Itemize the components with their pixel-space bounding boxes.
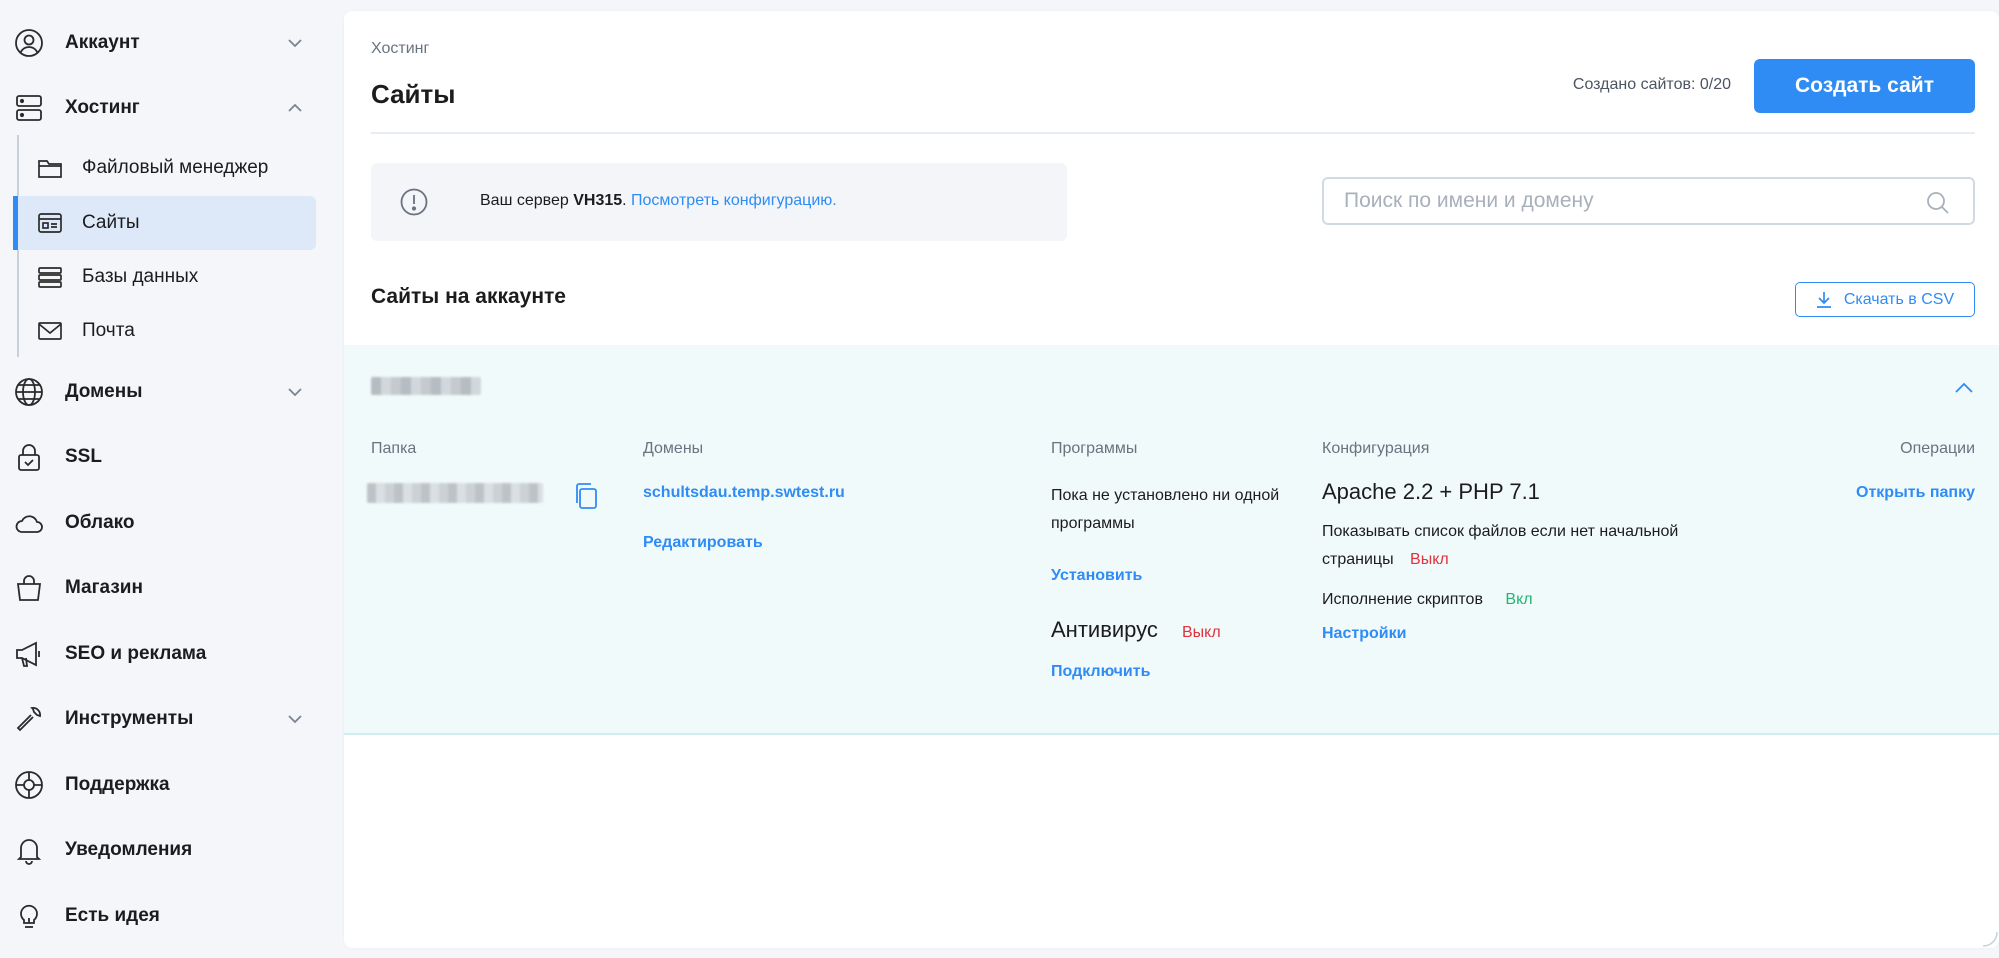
settings-link[interactable]: Настройки	[1322, 625, 1406, 643]
folder-path-redacted	[367, 483, 543, 503]
show-files-status: Выкл	[1410, 551, 1449, 568]
sidebar-item-label: Облако	[65, 512, 135, 533]
copy-icon[interactable]	[573, 482, 599, 510]
csv-button-label: Скачать в CSV	[1843, 290, 1955, 308]
column-folder: Папка	[371, 440, 417, 457]
view-config-link[interactable]: Посмотреть конфигурацию.	[631, 192, 837, 209]
globe-icon	[14, 377, 44, 407]
column-operations: Операции	[1900, 440, 1975, 457]
column-programs: Программы	[1051, 440, 1138, 457]
notice-dot: .	[622, 192, 632, 209]
sidebar-item-sites[interactable]: Сайты	[13, 196, 316, 250]
resize-corner-icon	[1982, 931, 1998, 947]
sidebar-item-label: Есть идея	[65, 905, 160, 926]
connect-antivirus-link[interactable]: Подключить	[1051, 663, 1150, 681]
column-domains: Домены	[643, 440, 704, 457]
chevron-down-icon	[284, 708, 306, 730]
chevron-up-icon	[284, 97, 306, 119]
main-panel: Хостинг Сайты Создано сайтов: 0/20 Созда…	[344, 11, 1999, 948]
wrench-icon	[14, 704, 44, 734]
folder-icon	[36, 154, 64, 182]
create-site-button[interactable]: Создать сайт	[1754, 59, 1975, 113]
search-icon[interactable]	[1925, 190, 1951, 216]
sidebar: Аккаунт Хостинг Файловый менеджер Сайты …	[0, 0, 330, 958]
sidebar-item-label: Базы данных	[82, 266, 199, 287]
site-card: Папка Домены Программы Конфигурация Опер…	[344, 345, 1999, 735]
no-programs-text: Пока не установлено ни одной программы	[1051, 487, 1280, 532]
sidebar-item-label: Хостинг	[65, 97, 140, 118]
sidebar-item-cloud[interactable]: Облако	[0, 493, 330, 553]
sidebar-item-label: SSL	[65, 446, 102, 467]
sidebar-item-idea[interactable]: Есть идея	[0, 886, 330, 946]
site-name-redacted	[371, 377, 481, 395]
breadcrumb[interactable]: Хостинг	[371, 40, 429, 58]
database-icon	[36, 263, 64, 291]
sidebar-item-support[interactable]: Поддержка	[0, 755, 330, 815]
user-circle-icon	[14, 28, 44, 58]
sidebar-item-label: Поддержка	[65, 774, 170, 795]
sidebar-item-mail[interactable]: Почта	[13, 304, 316, 358]
scripts-setting: Исполнение скриптов Вкл	[1322, 586, 1533, 614]
column-config: Конфигурация	[1322, 440, 1430, 457]
sidebar-item-notifications[interactable]: Уведомления	[0, 820, 330, 880]
sidebar-item-label: Уведомления	[65, 839, 193, 860]
sidebar-item-label: Аккаунт	[65, 32, 140, 53]
sidebar-item-seo[interactable]: SEO и реклама	[0, 624, 330, 684]
sidebar-item-file-manager[interactable]: Файловый менеджер	[13, 141, 316, 195]
scripts-label: Исполнение скриптов	[1322, 591, 1483, 608]
sidebar-item-label: SEO и реклама	[65, 643, 207, 664]
show-files-label: Показывать список файлов если нет началь…	[1322, 523, 1679, 568]
lightbulb-icon	[14, 901, 44, 931]
lifebuoy-icon	[14, 770, 44, 800]
config-title: Apache 2.2 + PHP 7.1	[1322, 479, 1540, 504]
sidebar-item-hosting[interactable]: Хостинг	[0, 78, 330, 138]
antivirus-label: Антивирус	[1051, 617, 1158, 642]
show-files-setting: Показывать список файлов если нет началь…	[1322, 518, 1692, 574]
domain-link[interactable]: schultsdau.temp.swtest.ru	[643, 484, 845, 502]
antivirus-status: Выкл	[1182, 624, 1221, 641]
edit-domains-link[interactable]: Редактировать	[643, 534, 763, 552]
mail-icon	[36, 317, 64, 345]
sidebar-item-label: Магазин	[65, 577, 143, 598]
search-input[interactable]	[1344, 188, 1904, 214]
sidebar-item-ssl[interactable]: SSL	[0, 427, 330, 487]
notice-text: Ваш сервер VH315. Посмотреть конфигураци…	[480, 192, 837, 210]
sidebar-item-label: Инструменты	[65, 708, 194, 729]
search-box	[1322, 177, 1975, 225]
lock-icon	[14, 442, 44, 472]
download-csv-button[interactable]: Скачать в CSV	[1795, 282, 1975, 317]
bell-icon	[14, 835, 44, 865]
megaphone-icon	[14, 639, 44, 669]
sidebar-item-databases[interactable]: Базы данных	[13, 250, 316, 304]
install-link[interactable]: Установить	[1051, 567, 1142, 585]
header-divider	[371, 132, 1975, 134]
shopping-bag-icon	[14, 573, 44, 603]
open-folder-link[interactable]: Открыть папку	[1856, 484, 1975, 502]
site-card-icon	[36, 209, 64, 237]
notice-prefix: Ваш сервер	[480, 192, 574, 209]
chevron-down-icon	[284, 32, 306, 54]
server-name: VH315	[573, 192, 623, 209]
sidebar-item-label: Домены	[65, 381, 143, 402]
sidebar-item-label: Почта	[82, 320, 135, 341]
sidebar-item-account[interactable]: Аккаунт	[0, 13, 330, 73]
page-title: Сайты	[371, 79, 456, 109]
sites-section-title: Сайты на аккаунте	[371, 285, 566, 308]
sidebar-item-shop[interactable]: Магазин	[0, 558, 330, 618]
server-icon	[14, 93, 44, 123]
sidebar-item-label: Файловый менеджер	[82, 157, 269, 178]
sites-created-count: Создано сайтов: 0/20	[1572, 76, 1731, 93]
sidebar-item-domains[interactable]: Домены	[0, 362, 330, 422]
sidebar-item-tools[interactable]: Инструменты	[0, 689, 330, 749]
sidebar-item-label: Сайты	[82, 212, 140, 233]
cloud-icon	[14, 508, 44, 538]
chevron-down-icon	[284, 381, 306, 403]
info-icon	[400, 188, 428, 216]
server-notice: Ваш сервер VH315. Посмотреть конфигураци…	[371, 163, 1067, 241]
scripts-status: Вкл	[1505, 591, 1533, 608]
chevron-up-icon[interactable]	[1952, 376, 1976, 400]
download-icon	[1816, 291, 1831, 308]
